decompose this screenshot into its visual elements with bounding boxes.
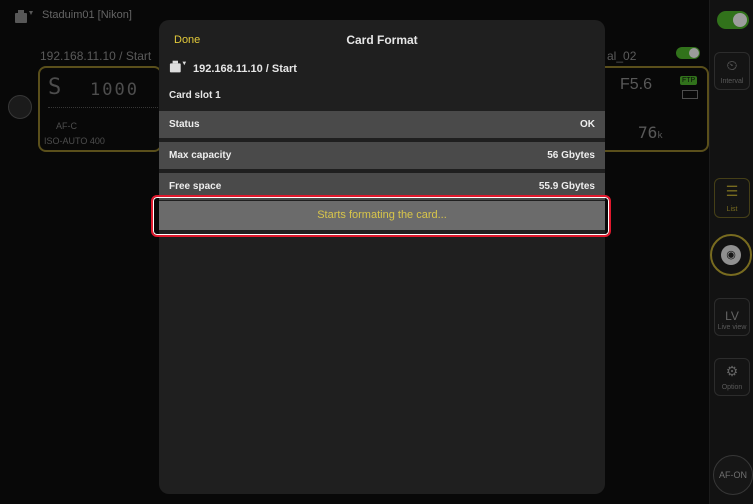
card-format-dialog: Done Card Format 192.168.11.10 / Start C…: [159, 20, 605, 494]
status-value: OK: [580, 119, 595, 130]
status-label: Status: [169, 119, 200, 130]
max-capacity-row: Max capacity 56 Gbytes: [159, 142, 605, 169]
max-capacity-value: 56 Gbytes: [547, 150, 595, 161]
card-slot-label: Card slot 1: [169, 90, 221, 101]
free-space-label: Free space: [169, 181, 222, 192]
max-capacity-label: Max capacity: [169, 150, 232, 161]
status-row: Status OK: [159, 111, 605, 138]
free-space-value: 55.9 Gbytes: [538, 181, 595, 192]
format-button-highlight: [151, 195, 611, 237]
camera-source: 192.168.11.10 / Start: [193, 63, 297, 75]
dialog-title: Card Format: [346, 33, 418, 47]
camera-icon: [169, 58, 187, 76]
